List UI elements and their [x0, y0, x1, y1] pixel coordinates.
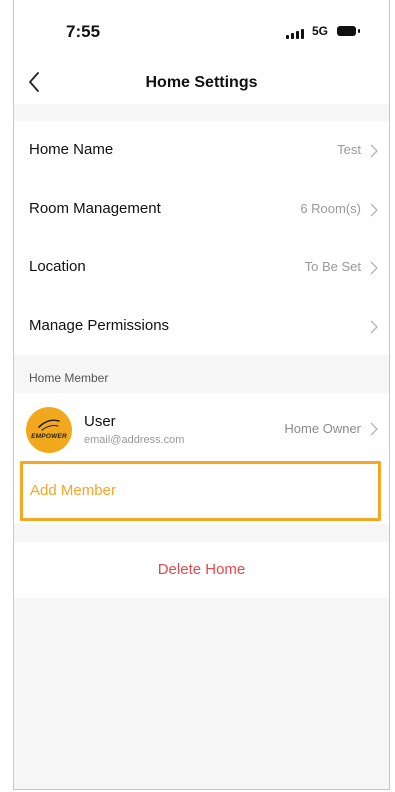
clock: 7:55: [66, 22, 101, 41]
avatar: EMPOWER: [26, 407, 72, 453]
member-row[interactable]: EMPOWER User email@address.com Home Owne…: [14, 393, 389, 459]
chevron-right-icon: [370, 261, 378, 275]
battery-icon: [337, 26, 356, 36]
row-label: Home Name: [29, 141, 114, 158]
home-name-row[interactable]: Home Name Test: [14, 121, 389, 180]
row-value: To Be Set: [304, 259, 361, 274]
nav-bar: Home Settings: [14, 62, 389, 104]
row-value: Test: [337, 142, 361, 157]
location-row[interactable]: Location To Be Set: [14, 238, 389, 297]
room-management-row[interactable]: Room Management 6 Room(s): [14, 180, 389, 239]
highlight-box: [20, 461, 381, 521]
page-title: Home Settings: [145, 74, 258, 91]
status-bar: 7:55 5G: [14, 0, 389, 62]
settings-list: Home Name Test Room Management 6 Room(s)…: [14, 121, 389, 355]
row-label: Room Management: [29, 199, 161, 217]
manage-permissions-row[interactable]: Manage Permissions: [14, 297, 389, 356]
section-header-home-member: Home Member: [29, 371, 109, 385]
battery-tip: [358, 29, 360, 33]
chevron-right-icon: [370, 203, 378, 216]
avatar-logo-text: EMPOWER: [31, 433, 67, 440]
empower-logo-icon: [38, 419, 60, 431]
member-name: User: [84, 413, 116, 430]
row-label: Location: [29, 258, 86, 275]
chevron-right-icon: [370, 422, 378, 436]
signal-icon: [286, 29, 304, 39]
row-value: 6 Room(s): [300, 200, 361, 216]
delete-home-button[interactable]: Delete Home: [14, 542, 389, 598]
delete-home-label: Delete Home: [157, 561, 246, 578]
phone-screen: 7:55 5G Home Settings Home Name Test Roo…: [13, 0, 390, 790]
member-email: email@address.com: [84, 434, 185, 446]
chevron-right-icon: [370, 144, 378, 158]
row-label: Manage Permissions: [29, 316, 170, 334]
chevron-right-icon: [370, 320, 378, 333]
member-role: Home Owner: [284, 421, 361, 436]
network-type: 5G: [312, 24, 329, 38]
